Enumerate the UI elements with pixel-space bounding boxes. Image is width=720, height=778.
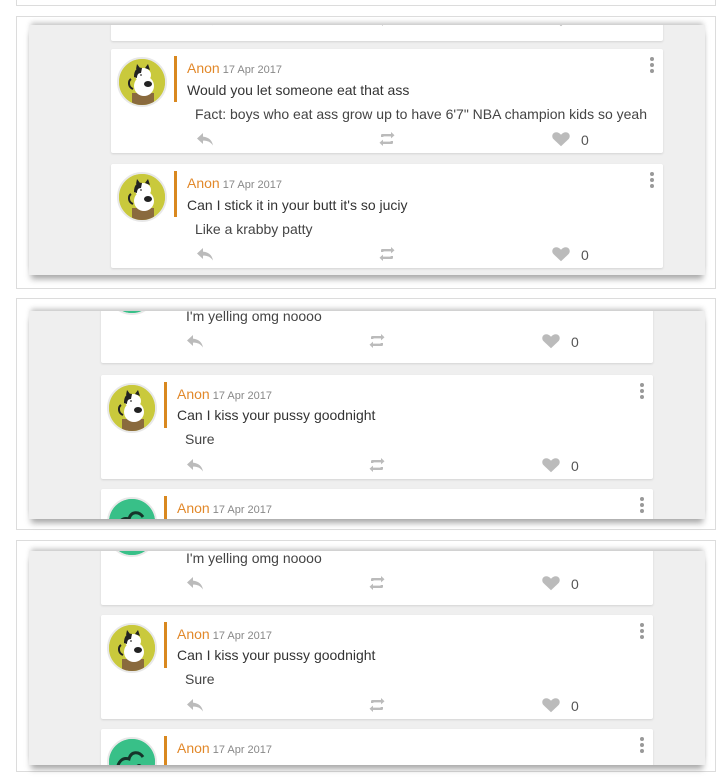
question-text: Can I kiss your pussy goodnight [177, 647, 376, 663]
like-button[interactable] [541, 697, 561, 713]
question-accent-bar [174, 56, 177, 102]
more-options-icon[interactable] [649, 172, 655, 190]
reply-button[interactable] [195, 25, 215, 27]
avatar[interactable] [107, 383, 157, 433]
post-date: 17 Apr 2017 [212, 390, 273, 402]
repost-button[interactable] [377, 246, 397, 262]
cat-avatar-icon [109, 385, 155, 431]
reply-button[interactable] [185, 333, 205, 349]
repost-button[interactable] [367, 457, 387, 473]
answer-card: Anon 17 Apr 2017 Would you let someone ea… [111, 49, 663, 153]
answer-card-partial: I'm yelling omg noooo 0 [101, 551, 653, 605]
reply-button[interactable] [185, 575, 205, 591]
repost-button[interactable] [367, 575, 387, 591]
answer-card: Anon 17 Apr 2017 Can I stick it in your b… [111, 164, 663, 268]
screenshot-panel-2: I'm yelling omg noooo 0 Anon 17 Apr 2017 … [16, 298, 716, 530]
question-accent-bar [164, 382, 167, 428]
reply-button[interactable] [185, 457, 205, 473]
previous-panel-edge [16, 0, 716, 6]
answer-card-partial: I'm yelling omg noooo 0 [101, 311, 653, 363]
like-button[interactable] [541, 457, 561, 473]
like-button[interactable] [541, 333, 561, 349]
repost-button[interactable] [377, 25, 397, 27]
like-button[interactable] [551, 246, 571, 262]
answer-card-partial: Anon 17 Apr 2017 [101, 729, 653, 765]
author-name[interactable]: Anon [177, 500, 210, 516]
more-options-icon[interactable] [649, 57, 655, 75]
avatar[interactable] [117, 172, 167, 222]
like-count: 0 [571, 334, 579, 350]
answer-card-partial: Anon 17 Apr 2017 [101, 489, 653, 519]
post-date: 17 Apr 2017 [212, 630, 273, 642]
like-count: 0 [581, 25, 589, 27]
question-accent-bar [164, 496, 167, 519]
screenshot-panel-3: I'm yelling omg noooo 0 Anon 17 Apr 2017 … [16, 540, 716, 772]
face-avatar-icon [109, 739, 155, 765]
avatar[interactable] [107, 737, 157, 765]
reply-button[interactable] [195, 246, 215, 262]
repost-button[interactable] [377, 131, 397, 147]
more-options-icon[interactable] [639, 497, 645, 515]
like-count: 0 [571, 458, 579, 474]
answer-text: I'm yelling omg noooo [186, 311, 322, 324]
avatar[interactable] [117, 57, 167, 107]
more-options-icon[interactable] [639, 623, 645, 641]
answer-text: Sure [185, 431, 215, 447]
reply-button[interactable] [195, 131, 215, 147]
post-date: 17 Apr 2017 [222, 64, 283, 76]
author-name[interactable]: Anon [177, 740, 210, 756]
like-count: 0 [571, 576, 579, 592]
author-name[interactable]: Anon [177, 386, 210, 402]
like-count: 0 [581, 247, 589, 263]
feed-viewport: I'm yelling omg noooo 0 Anon 17 Apr 2017 … [29, 311, 705, 519]
like-button[interactable] [551, 131, 571, 147]
avatar[interactable] [107, 551, 157, 557]
cat-avatar-icon [119, 174, 165, 220]
feed-viewport: 0 Anon17 Apr 2017 Would you let someone … [29, 25, 705, 275]
question-accent-bar [174, 171, 177, 217]
author-name[interactable]: Anon [187, 60, 220, 76]
answer-card: Anon 17 Apr 2017 Can I kiss your pussy go… [101, 375, 653, 479]
like-count: 0 [581, 132, 589, 148]
answer-card-partial: 0 [111, 25, 663, 41]
screenshot-panel-1: 0 Anon17 Apr 2017 Would you let someone … [16, 16, 716, 289]
cat-avatar-icon [109, 625, 155, 671]
question-text: Can I kiss your pussy goodnight [177, 407, 376, 423]
avatar[interactable] [107, 623, 157, 673]
question-text: Can I stick it in your butt it's so juci… [187, 197, 408, 213]
like-count: 0 [571, 698, 579, 714]
question-accent-bar [164, 736, 167, 765]
answer-text: Sure [185, 671, 215, 687]
avatar[interactable] [107, 497, 157, 519]
post-date: 17 Apr 2017 [212, 744, 273, 756]
feed-viewport: I'm yelling omg noooo 0 Anon 17 Apr 2017 … [29, 551, 705, 765]
face-avatar-icon [109, 311, 155, 313]
author-name[interactable]: Anon [177, 626, 210, 642]
author-name[interactable]: Anon [187, 175, 220, 191]
question-text: Would you let someone eat that ass [187, 82, 410, 98]
post-date: 17 Apr 2017 [212, 504, 273, 516]
question-accent-bar [164, 622, 167, 668]
face-avatar-icon [109, 499, 155, 519]
repost-button[interactable] [367, 697, 387, 713]
cat-avatar-icon [119, 59, 165, 105]
repost-button[interactable] [367, 333, 387, 349]
post-date: 17 Apr 2017 [222, 179, 283, 191]
face-avatar-icon [109, 551, 155, 555]
answer-text: Fact: boys who eat ass grow up to have 6… [195, 106, 647, 122]
reply-button[interactable] [185, 697, 205, 713]
like-button[interactable] [541, 575, 561, 591]
answer-card: Anon 17 Apr 2017 Can I kiss your pussy go… [101, 615, 653, 719]
avatar[interactable] [107, 311, 157, 315]
more-options-icon[interactable] [639, 383, 645, 401]
more-options-icon[interactable] [639, 737, 645, 755]
answer-text: Like a krabby patty [195, 221, 313, 237]
like-button[interactable] [551, 25, 571, 27]
answer-text: I'm yelling omg noooo [186, 551, 322, 566]
